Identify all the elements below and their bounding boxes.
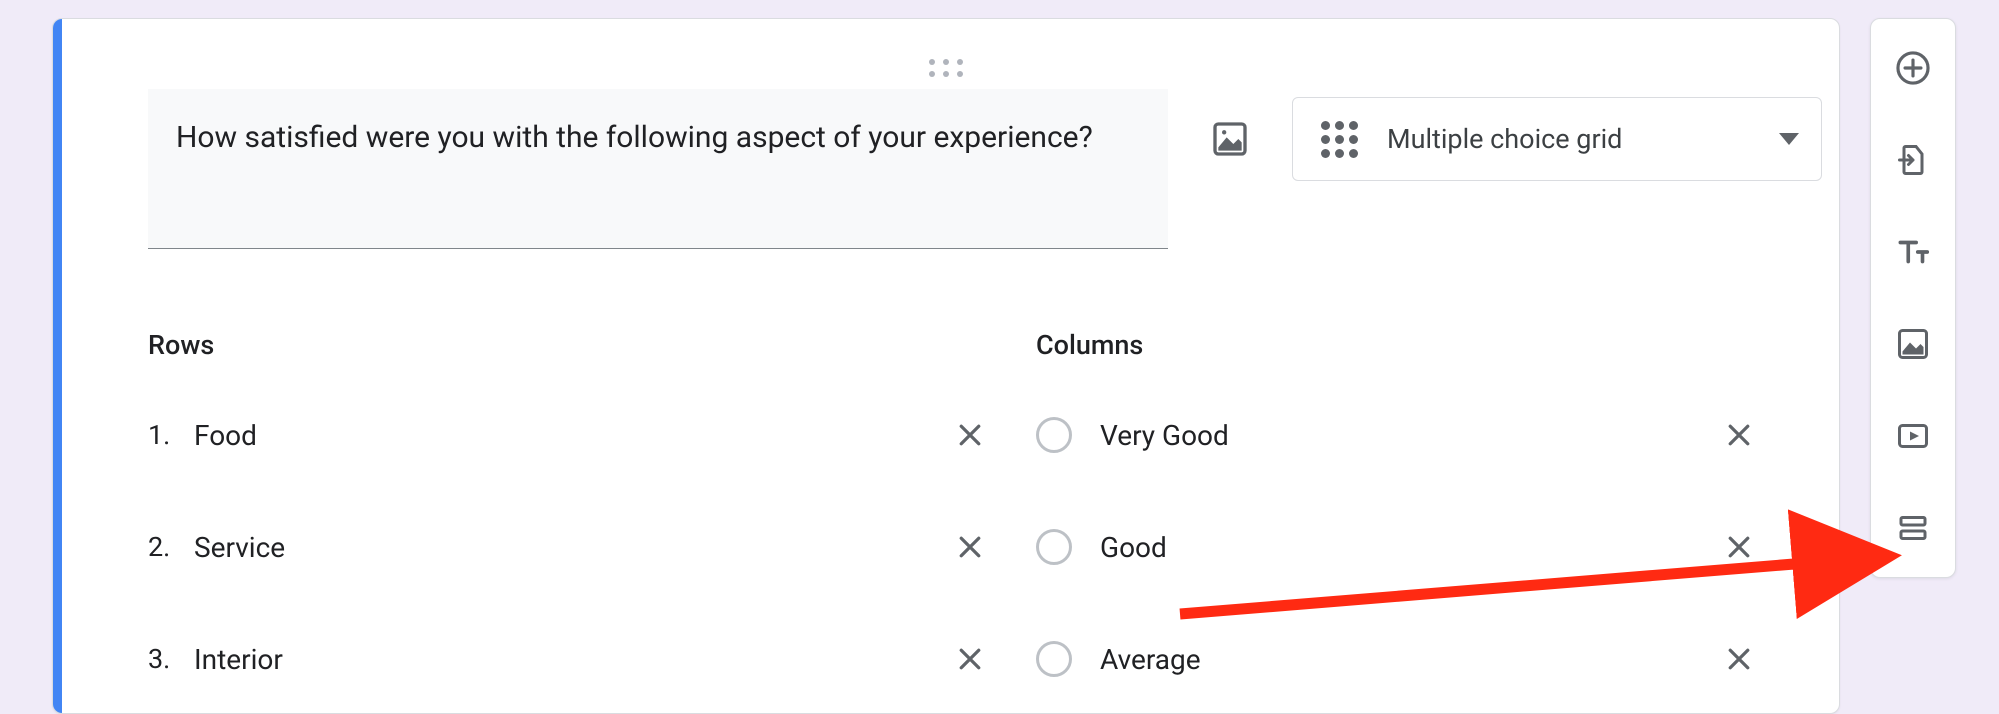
add-section-button[interactable] (1890, 505, 1936, 551)
row-label-input[interactable]: Interior (194, 643, 950, 676)
chevron-down-icon (1779, 133, 1799, 145)
remove-row-button[interactable] (950, 639, 990, 679)
remove-column-button[interactable] (1719, 639, 1759, 679)
row-number: 3. (148, 643, 194, 675)
column-label-input[interactable]: Good (1100, 531, 1719, 564)
row-label-input[interactable]: Food (194, 419, 950, 452)
rows-header: Rows (148, 329, 1018, 361)
close-icon (1724, 420, 1754, 450)
add-title-button[interactable] (1890, 229, 1936, 275)
close-icon (955, 532, 985, 562)
grid-icon (1315, 115, 1363, 163)
remove-column-button[interactable] (1719, 527, 1759, 567)
row-item: 3. Interior (148, 627, 1018, 691)
add-image-toolbar-button[interactable] (1890, 321, 1936, 367)
row-item: 2. Service (148, 515, 1018, 579)
radio-icon (1036, 641, 1072, 677)
column-label-input[interactable]: Average (1100, 643, 1719, 676)
radio-icon (1036, 417, 1072, 453)
add-image-button[interactable] (1202, 111, 1258, 167)
columns-column: Columns Very Good Good (1018, 329, 1787, 714)
section-icon (1895, 510, 1931, 546)
radio-icon (1036, 529, 1072, 565)
video-icon (1894, 418, 1932, 454)
text-icon (1894, 233, 1932, 271)
drag-handle-icon[interactable] (925, 59, 967, 77)
close-icon (1724, 644, 1754, 674)
close-icon (955, 644, 985, 674)
row-number: 2. (148, 531, 194, 563)
column-item: Very Good (1036, 403, 1787, 467)
row-number: 1. (148, 419, 194, 451)
question-header-row: Multiple choice grid (148, 89, 1787, 249)
image-icon (1895, 326, 1931, 362)
row-label-input[interactable]: Service (194, 531, 950, 564)
remove-row-button[interactable] (950, 415, 990, 455)
import-questions-button[interactable] (1890, 137, 1936, 183)
side-toolbar (1870, 18, 1956, 578)
question-type-select[interactable]: Multiple choice grid (1292, 97, 1822, 181)
add-question-button[interactable] (1890, 45, 1936, 91)
close-icon (1724, 532, 1754, 562)
row-item: 1. Food (148, 403, 1018, 467)
rows-column: Rows 1. Food 2. Service 3. (148, 329, 1018, 714)
remove-row-button[interactable] (950, 527, 990, 567)
import-file-icon (1895, 142, 1931, 178)
active-indicator (53, 19, 62, 713)
plus-circle-icon (1894, 49, 1932, 87)
columns-header: Columns (1036, 329, 1787, 361)
column-label-input[interactable]: Very Good (1100, 419, 1719, 452)
column-item: Average (1036, 627, 1787, 691)
question-type-label: Multiple choice grid (1387, 123, 1622, 155)
add-video-button[interactable] (1890, 413, 1936, 459)
close-icon (955, 420, 985, 450)
remove-column-button[interactable] (1719, 415, 1759, 455)
column-item: Good (1036, 515, 1787, 579)
question-card: Multiple choice grid Rows 1. Food 2. Ser… (52, 18, 1840, 714)
grid-editor: Rows 1. Food 2. Service 3. (148, 329, 1787, 714)
image-icon (1210, 119, 1250, 159)
question-title-input[interactable] (148, 89, 1168, 249)
